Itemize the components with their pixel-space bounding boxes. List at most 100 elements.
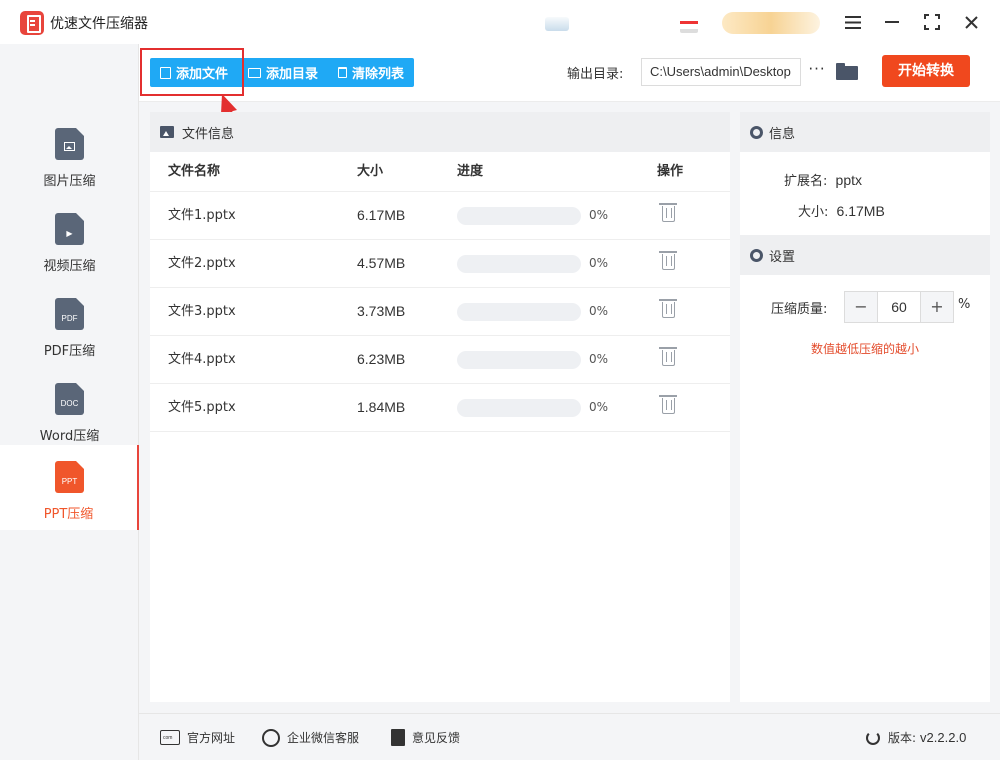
version-info[interactable]: 版本: v2.2.2.0 bbox=[866, 714, 966, 760]
menu-icon[interactable] bbox=[840, 9, 866, 35]
ext-row: 扩展名: pptx bbox=[784, 170, 862, 189]
add-folder-button[interactable]: 添加目录 bbox=[238, 58, 328, 87]
sidebar-item-image[interactable]: 图片压缩 bbox=[0, 112, 139, 197]
wechat-support-link[interactable]: 企业微信客服 bbox=[262, 714, 359, 760]
file-panel-header: 文件信息 bbox=[150, 112, 730, 152]
blurred-widget-icon[interactable] bbox=[545, 17, 569, 31]
progress-bar bbox=[457, 207, 581, 225]
folder-icon bbox=[248, 67, 262, 78]
percent-unit: % bbox=[958, 297, 971, 312]
footer: 官方网址 企业微信客服 意见反馈 版本: v2.2.2.0 bbox=[139, 713, 1000, 760]
file-name: 文件5.pptx bbox=[168, 400, 236, 415]
toolbar: 添加文件 添加目录 清除列表 输出目录: C:\Users\admin\Desk… bbox=[139, 44, 1000, 102]
sidebar-item-label: PDF压缩 bbox=[43, 344, 96, 359]
app-title: 优速文件压缩器 bbox=[50, 16, 148, 32]
ppt-file-icon: PPT bbox=[55, 461, 84, 493]
trash-icon bbox=[338, 67, 348, 78]
file-size: 4.57MB bbox=[357, 255, 406, 271]
app-logo-icon bbox=[20, 11, 44, 35]
sidebar-item-label: PPT压缩 bbox=[43, 507, 94, 522]
table-row[interactable]: 文件2.pptx 4.57MB 0% bbox=[150, 240, 730, 288]
file-name: 文件1.pptx bbox=[168, 208, 236, 223]
gear-icon bbox=[750, 248, 763, 262]
sidebar-item-ppt[interactable]: PPT PPT压缩 bbox=[0, 445, 139, 530]
output-path-field[interactable]: C:\Users\admin\Desktop bbox=[641, 58, 801, 86]
official-website-link[interactable]: 官方网址 bbox=[160, 714, 235, 760]
table-row[interactable]: 文件4.pptx 6.23MB 0% bbox=[150, 336, 730, 384]
size-value: 6.17MB bbox=[836, 203, 885, 219]
decrease-button[interactable]: − bbox=[845, 292, 877, 322]
column-header-action: 操作 bbox=[657, 164, 684, 179]
side-info-panel: 信息 扩展名: pptx 大小: 6.17MB 设置 压缩质量: − 60 + … bbox=[740, 112, 990, 702]
column-header-size: 大小 bbox=[357, 164, 384, 179]
delete-icon[interactable] bbox=[659, 299, 677, 318]
file-size: 1.84MB bbox=[357, 399, 406, 415]
file-rows: 文件1.pptx 6.17MB 0% 文件2.pptx 4.57MB 0% 文件… bbox=[150, 192, 730, 432]
title-bar: 优速文件压缩器 bbox=[0, 0, 1000, 44]
delete-icon[interactable] bbox=[659, 347, 677, 366]
delete-icon[interactable] bbox=[659, 203, 677, 222]
table-row[interactable]: 文件3.pptx 3.73MB 0% bbox=[150, 288, 730, 336]
sidebar-item-label: 图片压缩 bbox=[43, 174, 96, 189]
sidebar-item-video[interactable]: ▶ 视频压缩 bbox=[0, 197, 139, 282]
table-header: 文件名称 大小 进度 操作 bbox=[150, 152, 730, 192]
progress-text: 0% bbox=[589, 400, 609, 414]
progress-text: 0% bbox=[589, 208, 609, 222]
feedback-link[interactable]: 意见反馈 bbox=[391, 714, 460, 760]
gear-icon bbox=[750, 125, 763, 139]
quality-input[interactable]: 60 bbox=[877, 292, 921, 322]
size-row: 大小: 6.17MB bbox=[798, 201, 885, 220]
blurred-widget-icon[interactable] bbox=[680, 13, 698, 33]
delete-icon[interactable] bbox=[659, 251, 677, 270]
doc-file-icon: DOC bbox=[55, 383, 84, 415]
progress-bar bbox=[457, 399, 581, 417]
more-options-button[interactable]: ··· bbox=[807, 60, 827, 82]
sidebar-item-label: Word压缩 bbox=[39, 429, 100, 444]
sidebar-item-label: 视频压缩 bbox=[43, 259, 96, 274]
open-folder-icon[interactable] bbox=[836, 63, 858, 80]
settings-title: 设置 bbox=[769, 249, 796, 265]
progress-text: 0% bbox=[589, 256, 609, 270]
progress-bar bbox=[457, 351, 581, 369]
sidebar-item-word[interactable]: DOC Word压缩 bbox=[0, 367, 139, 452]
highlight-annotation bbox=[140, 48, 244, 96]
table-row[interactable]: 文件5.pptx 1.84MB 0% bbox=[150, 384, 730, 432]
table-row[interactable]: 文件1.pptx 6.17MB 0% bbox=[150, 192, 730, 240]
file-panel-title: 文件信息 bbox=[182, 126, 235, 142]
progress-text: 0% bbox=[589, 304, 609, 318]
clear-list-button[interactable]: 清除列表 bbox=[328, 58, 414, 87]
file-size: 6.17MB bbox=[357, 207, 406, 223]
maximize-icon[interactable] bbox=[919, 9, 945, 35]
start-convert-button[interactable]: 开始转换 bbox=[882, 55, 970, 87]
image-icon bbox=[160, 126, 174, 138]
progress-bar bbox=[457, 303, 581, 321]
sidebar: 图片压缩 ▶ 视频压缩 PDF PDF压缩 DOC Word压缩 PPT PPT… bbox=[0, 44, 139, 760]
size-label: 大小: bbox=[798, 205, 829, 220]
wechat-icon bbox=[262, 728, 280, 747]
file-name: 文件3.pptx bbox=[168, 304, 236, 319]
column-header-name: 文件名称 bbox=[168, 164, 221, 179]
sidebar-item-pdf[interactable]: PDF PDF压缩 bbox=[0, 282, 139, 367]
file-name: 文件2.pptx bbox=[168, 256, 236, 271]
file-size: 6.23MB bbox=[357, 351, 406, 367]
feedback-icon bbox=[391, 729, 405, 746]
minimize-icon[interactable] bbox=[879, 9, 905, 35]
settings-header: 设置 bbox=[740, 235, 990, 275]
file-size: 3.73MB bbox=[357, 303, 406, 319]
image-file-icon bbox=[55, 128, 84, 160]
increase-button[interactable]: + bbox=[921, 292, 953, 322]
close-icon[interactable] bbox=[958, 9, 984, 35]
column-header-progress: 进度 bbox=[457, 164, 484, 179]
ext-value: pptx bbox=[835, 172, 862, 188]
ext-label: 扩展名: bbox=[784, 174, 828, 189]
blurred-promo-badge[interactable] bbox=[722, 12, 820, 34]
info-title: 信息 bbox=[769, 126, 796, 142]
video-file-icon: ▶ bbox=[55, 213, 84, 245]
progress-bar bbox=[457, 255, 581, 273]
refresh-icon bbox=[866, 730, 880, 745]
website-icon bbox=[160, 730, 180, 745]
progress-text: 0% bbox=[589, 352, 609, 366]
delete-icon[interactable] bbox=[659, 395, 677, 414]
file-name: 文件4.pptx bbox=[168, 352, 236, 367]
version-value: v2.2.2.0 bbox=[920, 730, 967, 745]
